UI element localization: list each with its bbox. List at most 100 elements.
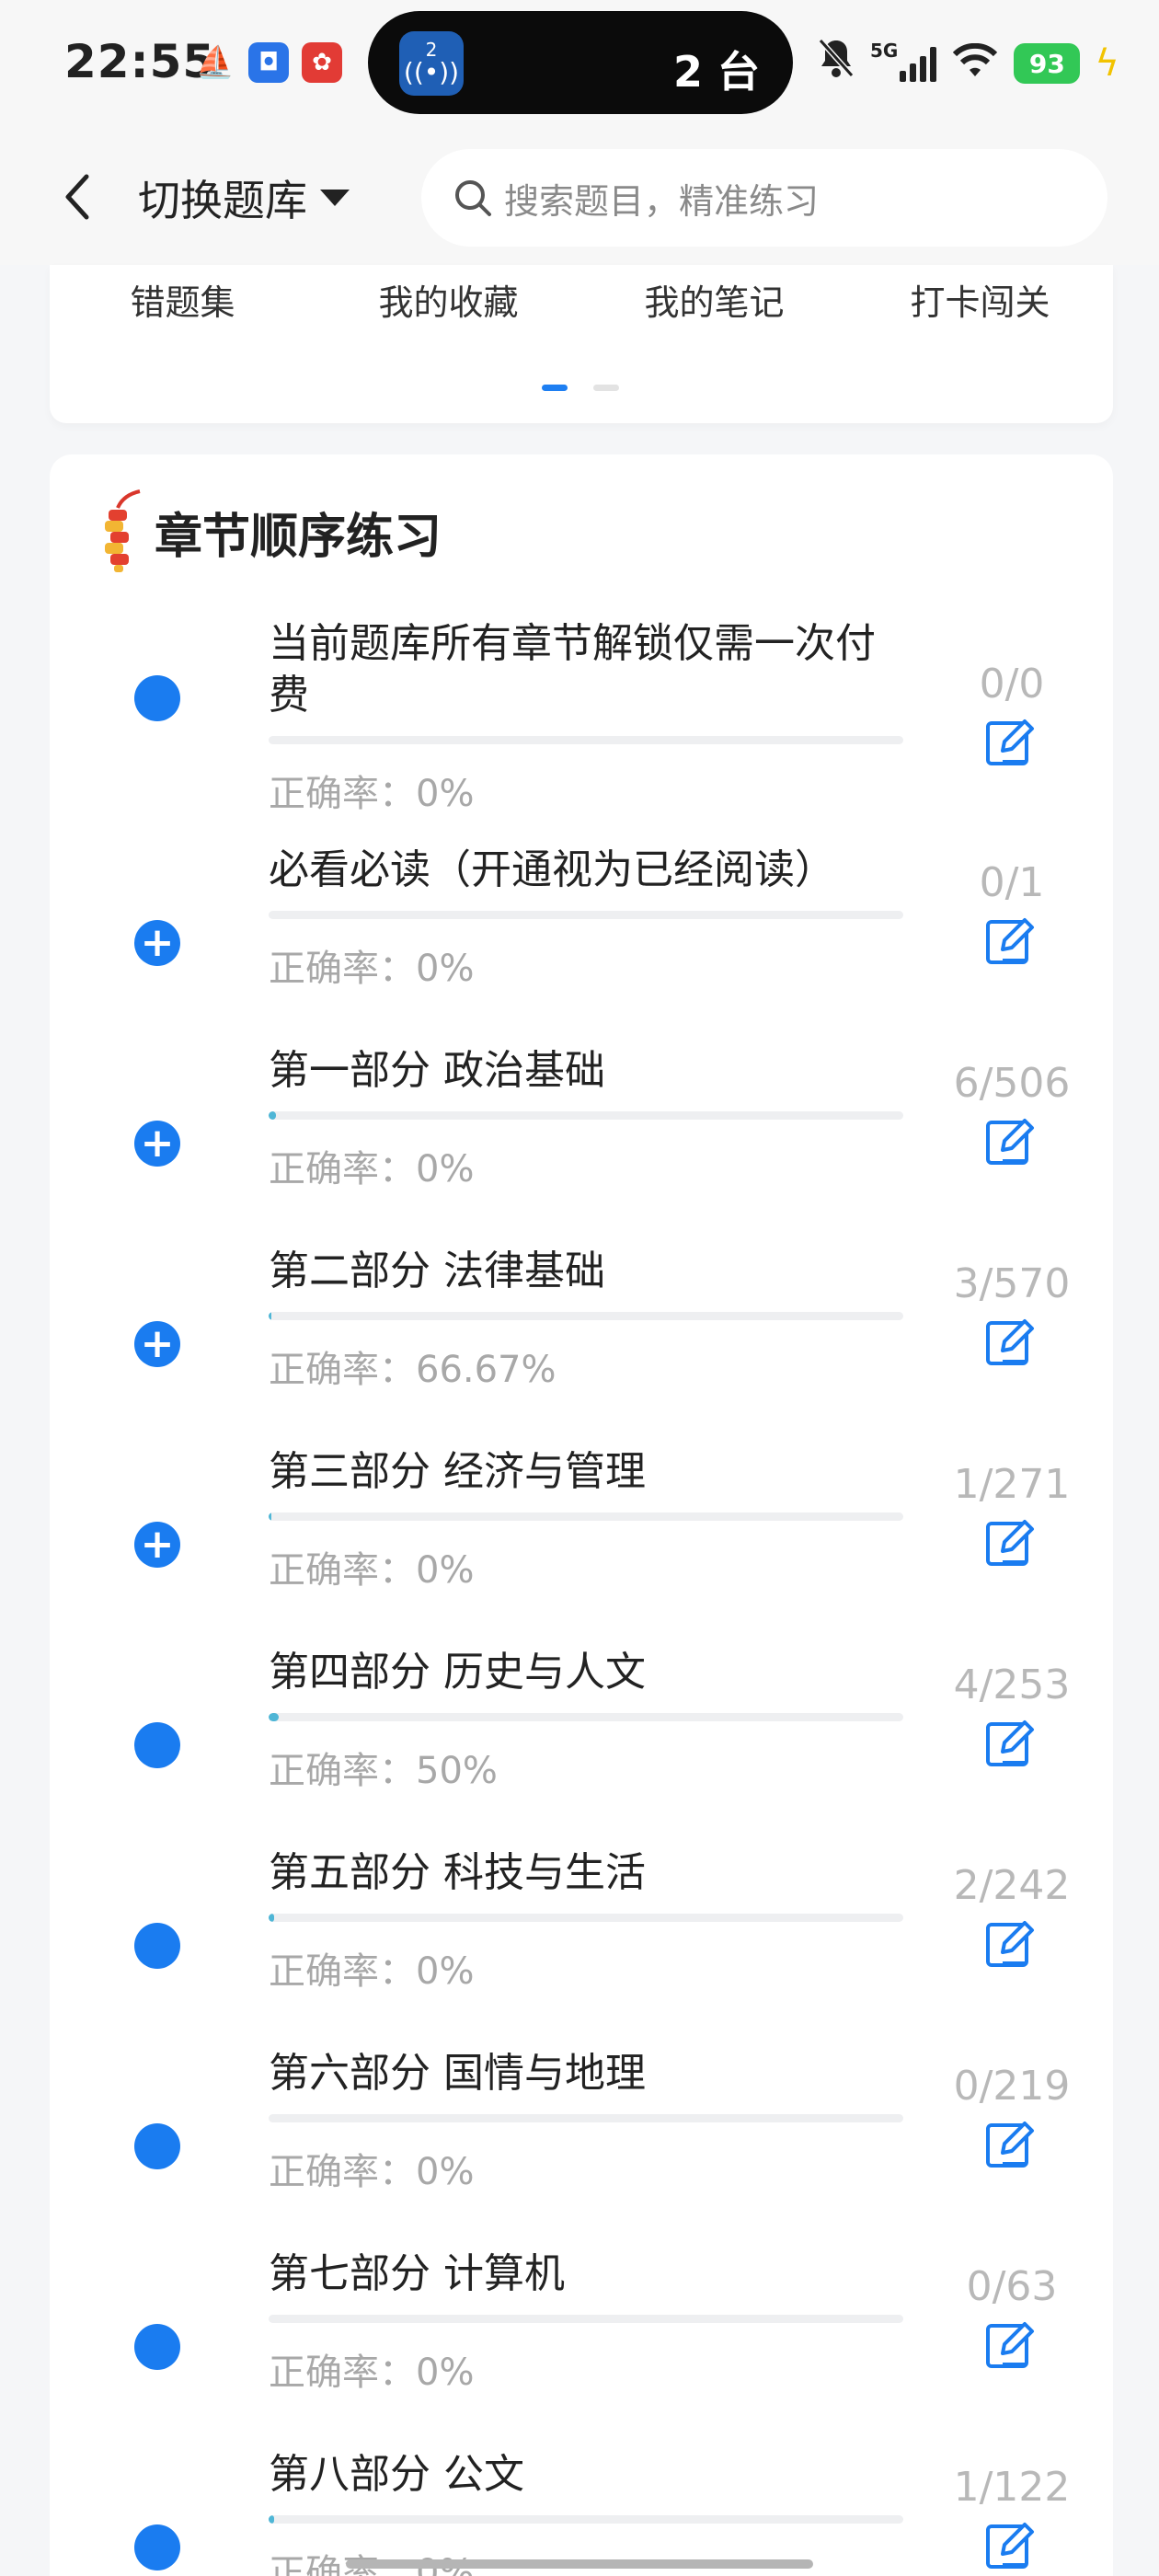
chevron-left-icon <box>65 174 89 220</box>
chapter-progress-bar <box>269 1512 903 1521</box>
chapter-title: 第三部分 经济与管理 <box>269 1448 646 1495</box>
chapter-progress-bar <box>269 1713 903 1721</box>
chapter-title: 第四部分 历史与人文 <box>269 1649 646 1696</box>
chapter-progress-bar <box>269 1914 903 1922</box>
chapter-title: 第六部分 国情与地理 <box>269 2050 646 2097</box>
page-indicator <box>542 385 619 391</box>
chapter-count: 2/242 <box>953 1862 1071 1909</box>
section-title: 章节顺序练习 <box>155 509 442 565</box>
tool-my-notes[interactable]: 我的笔记 <box>581 274 847 325</box>
home-indicator[interactable] <box>346 2559 813 2569</box>
quick-tools-card: 错题集 我的收藏 我的笔记 打卡闯关 <box>50 265 1113 423</box>
caret-down-icon <box>320 190 350 206</box>
chapter-progress-bar <box>269 1312 903 1320</box>
battery-icon: 93 <box>1014 43 1081 84</box>
edit-practice-icon[interactable] <box>982 913 1038 968</box>
notification-icons: ⛵ ◘ ✿ <box>195 42 342 83</box>
chapter-dot-icon <box>134 675 180 721</box>
dynamic-island[interactable]: 2 ((•)) 2 台 <box>368 11 793 114</box>
chapter-progress-fill <box>269 1713 280 1721</box>
island-status-text: 2 台 <box>672 47 760 97</box>
chapter-count: 1/271 <box>953 1461 1071 1508</box>
chapter-count: 0/0 <box>979 661 1045 707</box>
chapter-row[interactable]: 第八部分 公文正确率：0%1/122 <box>50 2432 1113 2576</box>
edit-practice-icon[interactable] <box>982 2317 1038 2372</box>
chapter-count: 0/1 <box>979 859 1045 906</box>
chapter-accuracy: 正确率：0% <box>269 2352 475 2394</box>
page-dot <box>593 385 619 391</box>
chapter-count: 3/570 <box>953 1260 1071 1307</box>
shield-app-icon: ◘ <box>248 42 289 83</box>
chapter-list: 当前题库所有章节解锁仅需一次付费正确率：0% 0/0 + 必看必读（开通视为已经阅读）… <box>50 602 1113 2576</box>
chapter-dot-icon <box>134 1923 180 1969</box>
system-icons: 5G 93 ϟ <box>817 37 1119 90</box>
edit-practice-icon[interactable] <box>982 1915 1038 1971</box>
chapter-row[interactable]: 第五部分 科技与生活正确率：0% 2/242 <box>50 1831 1113 2031</box>
chapter-progress-bar <box>269 911 903 919</box>
switch-question-bank-dropdown[interactable]: 切换题库 <box>138 166 350 230</box>
chapter-title: 第一部分 政治基础 <box>269 1047 605 1094</box>
chapter-count: 0/219 <box>953 2063 1071 2110</box>
red-app-icon: ✿ <box>302 42 342 83</box>
section-header: 章节顺序练习 <box>96 489 442 574</box>
chapter-progress-bar <box>269 736 903 744</box>
chapter-progress-bar <box>269 2114 903 2122</box>
chapter-count: 0/63 <box>966 2263 1058 2310</box>
tool-wrong-questions[interactable]: 错题集 <box>50 274 316 325</box>
chapter-row[interactable]: 第四部分 历史与人文正确率：50% 4/253 <box>50 1630 1113 1831</box>
chapter-progress-bar <box>269 2515 903 2524</box>
chapter-progress-fill <box>269 1914 274 1922</box>
chapter-accuracy: 正确率：50% <box>269 1750 498 1792</box>
chapter-progress-fill <box>269 1111 277 1120</box>
chapter-count: 1/122 <box>953 2464 1071 2511</box>
edit-practice-icon[interactable] <box>982 1514 1038 1570</box>
chapter-progress-fill <box>269 1512 271 1521</box>
expand-plus-icon[interactable]: + <box>134 1121 180 1167</box>
chapter-row[interactable]: + 第一部分 政治基础 正确率：0% 6/506 <box>50 1029 1113 1229</box>
search-input[interactable]: 搜索题目，精准练习 <box>421 149 1107 247</box>
tool-my-favorites[interactable]: 我的收藏 <box>316 274 581 325</box>
chapter-title: 第七部分 计算机 <box>269 2250 565 2297</box>
chapter-progress-bar <box>269 2315 903 2323</box>
switch-question-bank-label: 切换题库 <box>138 176 307 225</box>
chapter-title: 第八部分 公文 <box>269 2451 524 2498</box>
edit-practice-icon[interactable] <box>982 1113 1038 1168</box>
mute-bell-icon <box>817 37 855 90</box>
island-app-badge: 2 <box>425 39 438 61</box>
chapter-title: 必看必读（开通视为已经阅读） <box>269 846 835 893</box>
chapter-progress-fill <box>269 1312 272 1320</box>
boat-app-icon: ⛵ <box>195 44 235 81</box>
chapter-row[interactable]: + 第三部分 经济与管理 正确率：0% 1/271 <box>50 1430 1113 1630</box>
tool-check-in-challenge[interactable]: 打卡闯关 <box>847 274 1113 325</box>
chapter-row[interactable]: 第六部分 国情与地理正确率：0% 0/219 <box>50 2031 1113 2232</box>
chapter-title: 第五部分 科技与生活 <box>269 1849 646 1896</box>
chapter-dot-icon <box>134 2524 180 2570</box>
chapter-accuracy: 正确率：66.67% <box>269 1349 557 1391</box>
chapter-accuracy: 正确率：0% <box>269 948 475 990</box>
expand-plus-icon[interactable]: + <box>134 1321 180 1367</box>
page-dot-active <box>542 385 568 391</box>
edit-practice-icon[interactable] <box>982 1314 1038 1369</box>
chapter-row[interactable]: + 必看必读（开通视为已经阅读） 正确率：0% 0/1 <box>50 828 1113 1029</box>
chapter-row[interactable]: 第七部分 计算机正确率：0% 0/63 <box>50 2232 1113 2432</box>
edit-practice-icon[interactable] <box>982 2517 1038 2572</box>
chapter-row[interactable]: + 第二部分 法律基础 正确率：66.67% 3/570 <box>50 1229 1113 1430</box>
wifi-icon <box>951 42 999 84</box>
chapter-dot-icon <box>134 1722 180 1768</box>
chapter-accuracy: 正确率：0% <box>269 1950 475 1993</box>
expand-plus-icon[interactable]: + <box>134 1522 180 1568</box>
chapter-title: 当前题库所有章节解锁仅需一次付费 <box>269 620 876 719</box>
edit-practice-icon[interactable] <box>982 714 1038 769</box>
chapter-count: 4/253 <box>953 1662 1071 1708</box>
network-type: 5G <box>870 40 899 62</box>
chapter-accuracy: 正确率：0% <box>269 2151 475 2193</box>
chapter-dot-icon <box>134 2123 180 2169</box>
chapter-progress-fill <box>269 2515 274 2524</box>
expand-plus-icon[interactable]: + <box>134 920 180 966</box>
chapter-accuracy: 正确率：0% <box>269 773 475 815</box>
chapter-row[interactable]: 当前题库所有章节解锁仅需一次付费正确率：0% 0/0 <box>50 602 1113 828</box>
edit-practice-icon[interactable] <box>982 1715 1038 1770</box>
edit-practice-icon[interactable] <box>982 2116 1038 2171</box>
back-button[interactable] <box>50 162 105 232</box>
status-bar: 22:55 ⛵ ◘ ✿ 2 ((•)) 2 台 5G 93 ϟ <box>0 0 1159 129</box>
